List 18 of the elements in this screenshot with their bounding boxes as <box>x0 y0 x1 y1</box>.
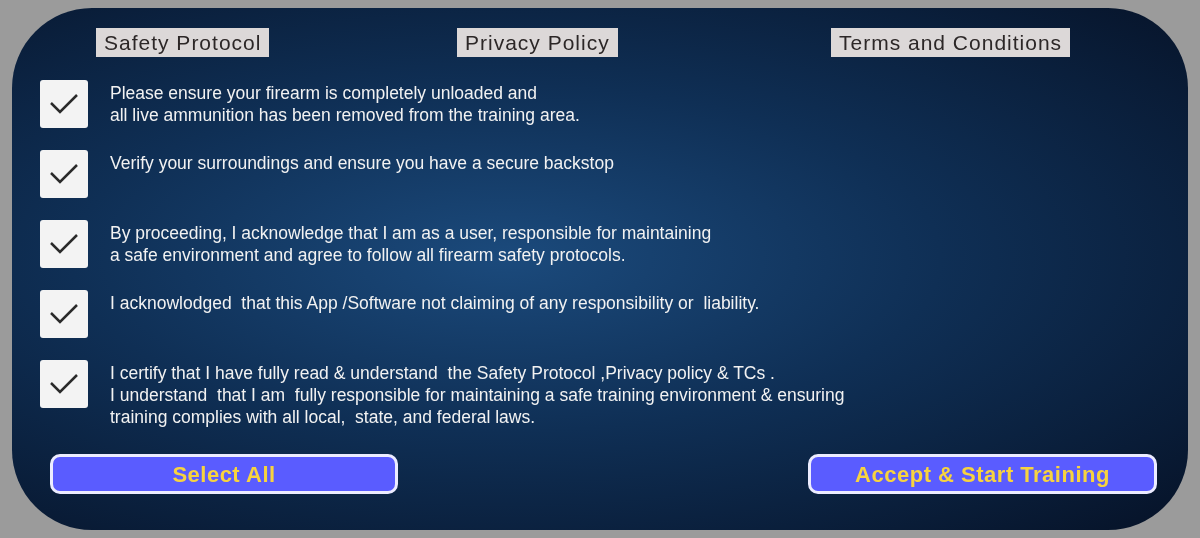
tab[interactable]: Privacy Policy <box>457 28 618 57</box>
agreement-text: I acknowlodged that this App /Software not claiming of any responsibility or liability. <box>110 292 760 314</box>
agreement-text: I certify that I have fully read & understand the Safety Protocol ,Privacy policy & TCs . I understand that I am fully responsible for maintaining a safe training environment & ensuring training complies with all local, state, and federal laws. <box>110 362 845 428</box>
checkbox[interactable] <box>40 220 88 268</box>
checkbox[interactable] <box>40 360 88 408</box>
tab[interactable]: Terms and Conditions <box>831 28 1071 57</box>
check-icon <box>49 93 79 115</box>
tab[interactable]: Safety Protocol <box>96 28 270 57</box>
agreement-text: By proceeding, I acknowledge that I am as a user, responsible for maintaining a safe environment and agree to follow all firearm safety protocols. <box>110 222 712 266</box>
checkbox[interactable] <box>40 290 88 338</box>
agreement-text: Verify your surroundings and ensure you have a secure backstop <box>110 152 614 174</box>
agreement-text: Please ensure your firearm is completely unloaded and all live ammunition has been removed from the training area. <box>110 82 580 126</box>
check-icon <box>49 303 79 325</box>
checkbox[interactable] <box>40 150 88 198</box>
check-icon <box>49 233 79 255</box>
check-icon <box>49 373 79 395</box>
checkbox[interactable] <box>40 80 88 128</box>
check-icon <box>49 163 79 185</box>
